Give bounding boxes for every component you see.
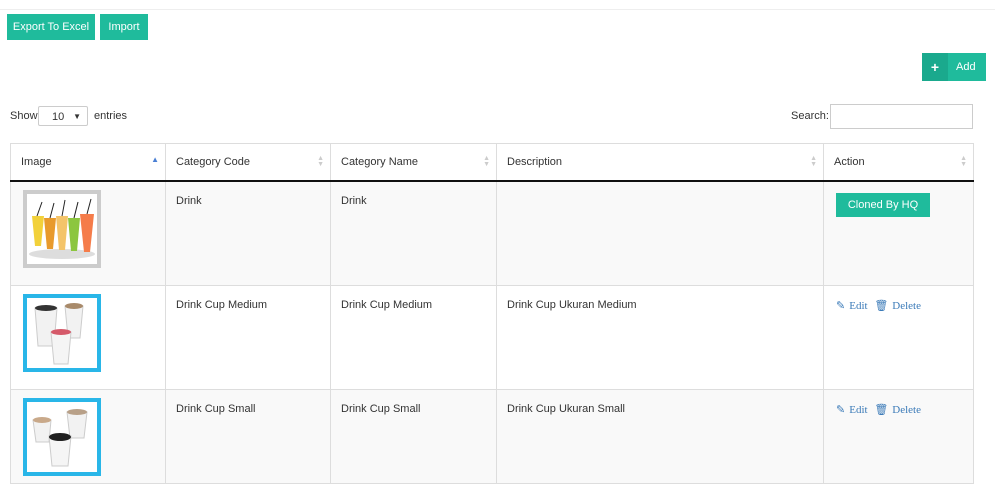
image-cell <box>10 285 166 390</box>
description-cell <box>496 180 824 286</box>
add-button-label: Add <box>956 61 976 73</box>
top-divider <box>0 9 995 10</box>
entries-select-value: 10 <box>52 111 65 123</box>
image-cell <box>10 180 166 286</box>
delete-link[interactable]: Delete <box>892 300 921 312</box>
export-to-excel-button[interactable]: Export To Excel <box>7 14 95 40</box>
description-cell: Drink Cup Ukuran Small <box>496 389 824 484</box>
sort-icon: ▲ ▼ <box>317 155 324 168</box>
import-button[interactable]: Import <box>100 14 148 40</box>
category-name-cell: Drink <box>330 180 497 286</box>
entries-label: entries <box>94 110 128 122</box>
edit-link[interactable]: Edit <box>849 404 867 416</box>
table-header-row: Image ▲ Category Code ▲ ▼ Category Name ▲ ▼ D… <box>10 143 974 182</box>
search-label: Search: <box>791 110 829 122</box>
show-label: Show <box>10 110 38 122</box>
delete-link[interactable]: Delete <box>892 404 921 416</box>
table-row: Drink Drink Cloned By HQ <box>10 180 974 286</box>
description-cell: Drink Cup Ukuran Medium <box>496 285 824 390</box>
column-header-category-name[interactable]: Category Name ▲ ▼ <box>330 143 497 182</box>
drink-glasses-image <box>23 190 101 268</box>
entries-select[interactable]: 10 ▼ <box>38 106 88 126</box>
sort-icon: ▲ ▼ <box>960 155 967 168</box>
category-table: Image ▲ Category Code ▲ ▼ Category Name ▲ ▼ D… <box>10 143 974 484</box>
action-cell: Cloned By HQ <box>823 180 974 286</box>
table-row: Drink Cup Small Drink Cup Small Drink Cu… <box>10 389 974 484</box>
plus-icon: + <box>922 53 948 81</box>
sort-icon: ▲ ▼ <box>483 155 490 168</box>
edit-icon[interactable]: ✎ <box>836 300 845 312</box>
column-header-category-code[interactable]: Category Code ▲ ▼ <box>165 143 331 182</box>
table-row: Drink Cup Medium Drink Cup Medium Drink … <box>10 285 974 390</box>
sort-icon: ▲ ▼ <box>810 155 817 168</box>
column-header-image[interactable]: Image ▲ <box>10 143 166 182</box>
search-input[interactable] <box>830 104 973 129</box>
category-name-cell: Drink Cup Small <box>330 389 497 484</box>
category-code-cell: Drink Cup Small <box>165 389 331 484</box>
category-code-cell: Drink <box>165 180 331 286</box>
category-code-cell: Drink Cup Medium <box>165 285 331 390</box>
sort-ascending-icon: ▲ <box>151 155 159 164</box>
trash-icon[interactable]: 🗑 <box>874 300 888 312</box>
drink-cups-image <box>23 398 101 476</box>
trash-icon[interactable]: 🗑 <box>874 404 888 416</box>
edit-icon[interactable]: ✎ <box>836 404 845 416</box>
column-header-description[interactable]: Description ▲ ▼ <box>496 143 824 182</box>
action-cell: ✎ Edit 🗑 Delete <box>823 285 974 390</box>
action-cell: ✎ Edit 🗑 Delete <box>823 389 974 484</box>
cloned-by-hq-button[interactable]: Cloned By HQ <box>836 193 930 217</box>
category-name-cell: Drink Cup Medium <box>330 285 497 390</box>
edit-link[interactable]: Edit <box>849 300 867 312</box>
image-cell <box>10 389 166 484</box>
column-header-action[interactable]: Action ▲ ▼ <box>823 143 974 182</box>
add-button[interactable]: + Add <box>922 53 986 81</box>
chevron-down-icon: ▼ <box>73 112 81 121</box>
drink-cups-image <box>23 294 101 372</box>
